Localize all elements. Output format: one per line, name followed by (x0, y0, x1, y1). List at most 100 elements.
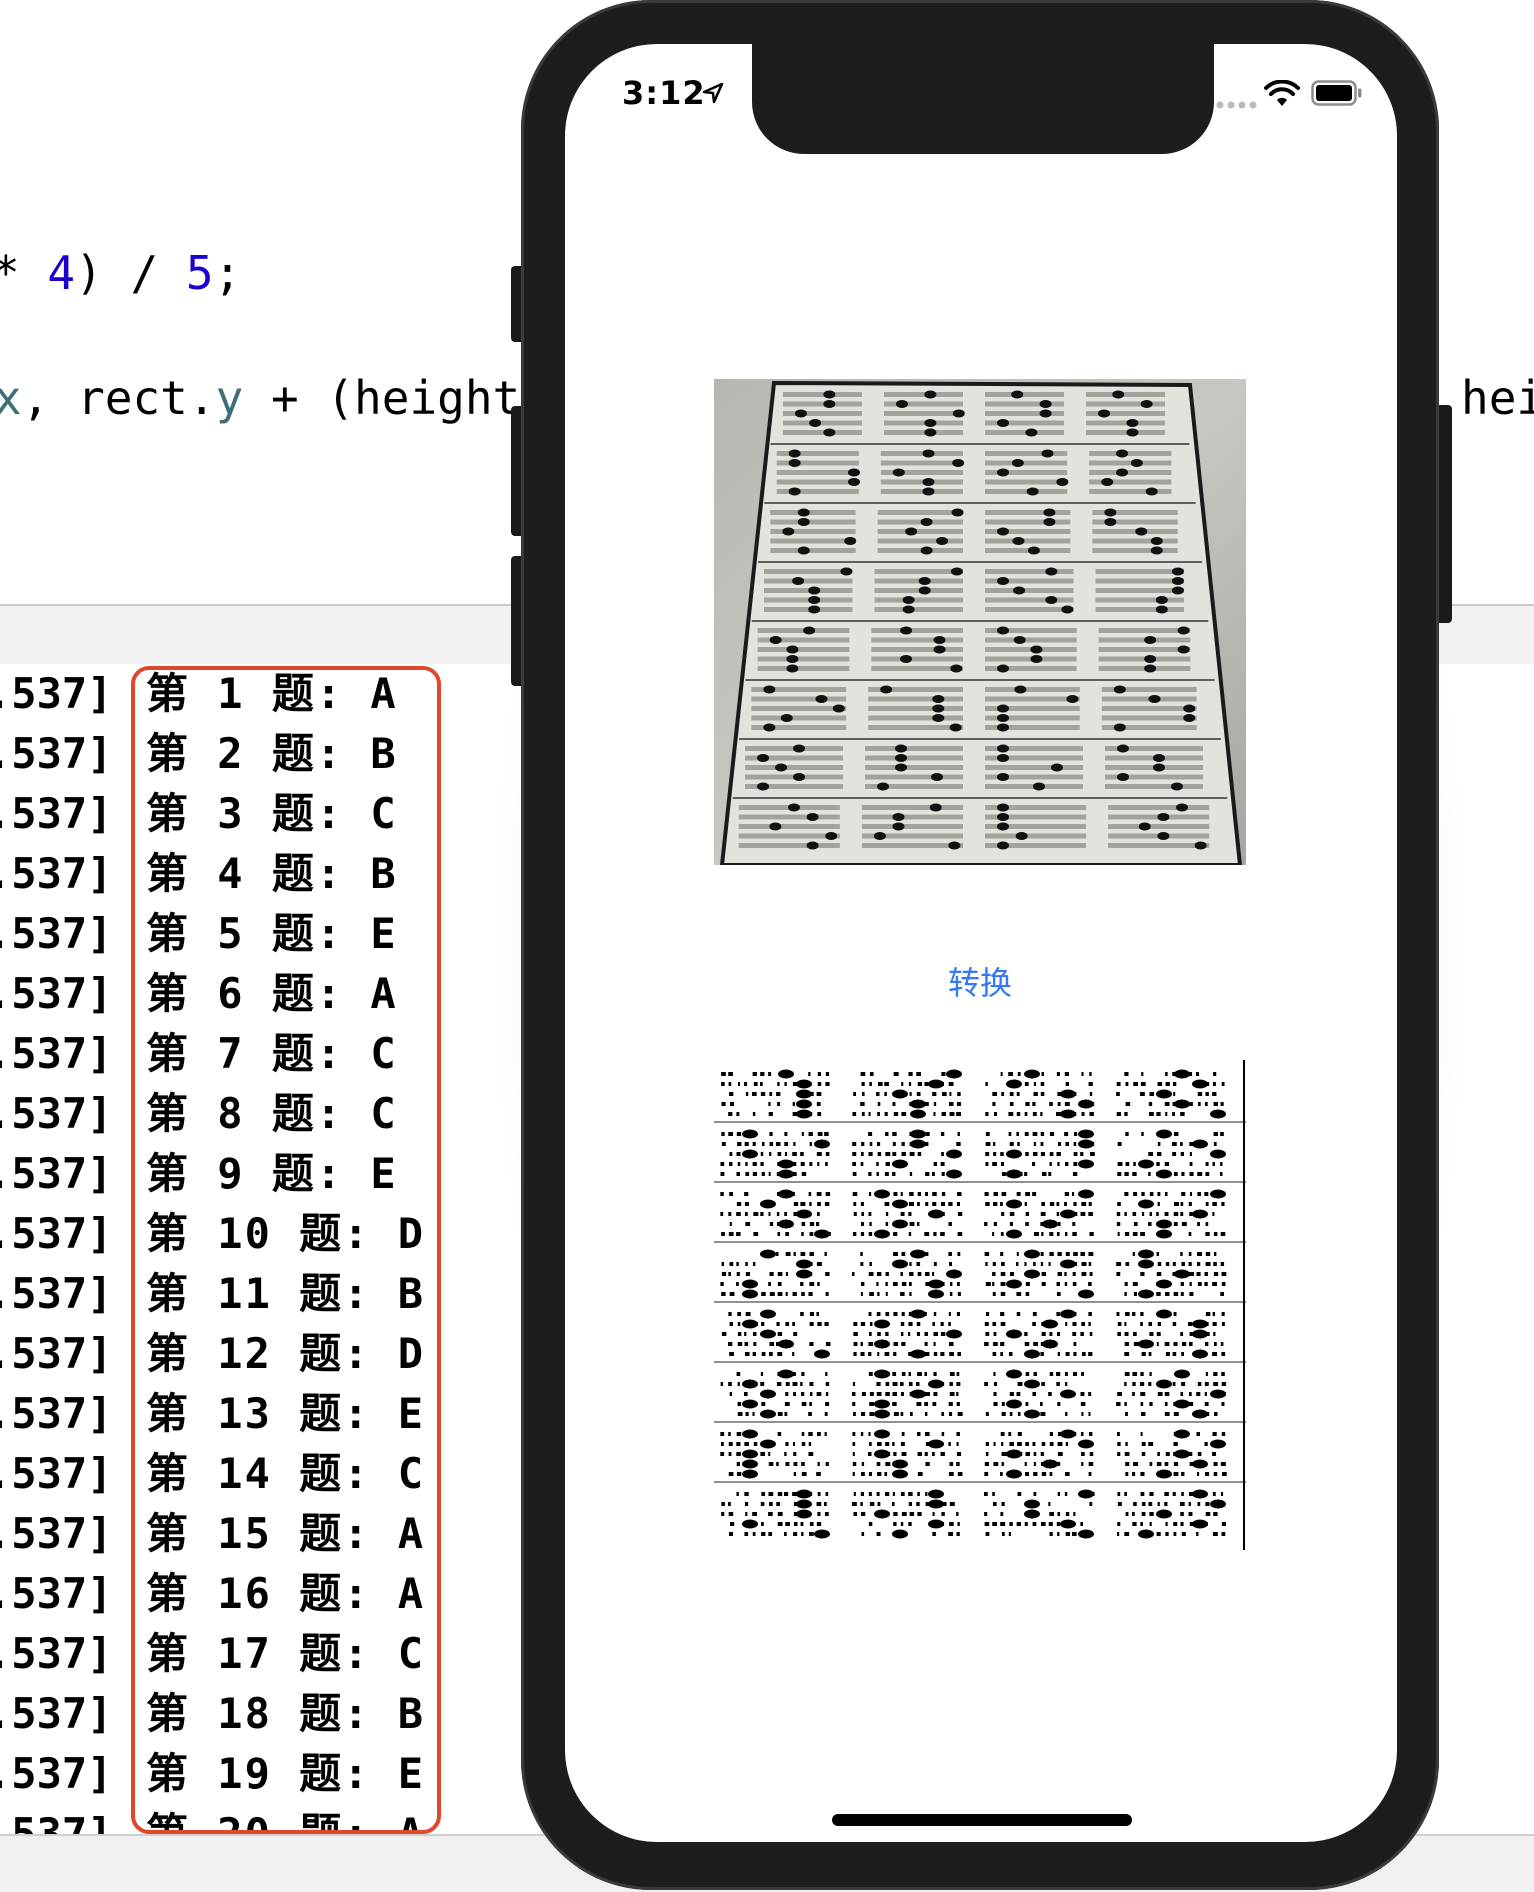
filled-bubble (1156, 1309, 1172, 1319)
filled-bubble (1174, 1369, 1190, 1379)
noise-mark (925, 1272, 930, 1276)
code-line-2-continuation[interactable]: hei (1461, 370, 1534, 426)
filled-bubble (1156, 1509, 1172, 1519)
noise-mark (1133, 1502, 1137, 1506)
option-row (883, 430, 963, 435)
noise-mark (1064, 1372, 1068, 1376)
noise-mark (992, 1092, 998, 1096)
noise-mark (949, 1392, 955, 1396)
noise-mark (769, 1292, 775, 1296)
noise-mark (893, 1522, 897, 1526)
noise-mark (1140, 1232, 1145, 1236)
filled-bubble (760, 1389, 776, 1399)
noise-mark (1089, 1072, 1092, 1076)
home-indicator[interactable] (832, 1814, 1132, 1826)
noise-mark (1025, 1222, 1029, 1226)
noise-mark (949, 1292, 953, 1296)
noise-mark (924, 1342, 928, 1346)
noise-mark (916, 1502, 920, 1506)
noise-mark (1065, 1442, 1069, 1446)
noise-mark (1189, 1162, 1193, 1166)
noise-mark (933, 1312, 937, 1316)
log-timestamp: .537] (0, 789, 113, 838)
noise-mark (925, 1492, 928, 1496)
noise-mark (993, 1372, 996, 1376)
filled-bubble (1210, 1189, 1226, 1199)
noise-mark (1164, 1212, 1169, 1216)
noise-mark (861, 1532, 865, 1536)
filled-bubble (796, 1079, 812, 1089)
filled-bubble (796, 1089, 812, 1099)
noise-mark (933, 1262, 937, 1266)
noise-mark (1001, 1412, 1006, 1416)
noise-mark (728, 1272, 731, 1276)
filled-bubble (1025, 428, 1038, 437)
noise-mark (1197, 1262, 1201, 1266)
noise-mark (769, 1502, 773, 1506)
noise-mark (769, 1272, 774, 1276)
noise-mark (1213, 1332, 1216, 1336)
noise-mark (1065, 1322, 1068, 1326)
noise-mark (1116, 1272, 1121, 1276)
noise-mark (1032, 1152, 1038, 1156)
noise-mark (1117, 1202, 1121, 1206)
noise-mark (744, 1192, 749, 1196)
option-row (1095, 588, 1185, 593)
noise-mark (1033, 1342, 1038, 1346)
noise-mark (1156, 1462, 1162, 1466)
noise-mark (1048, 1262, 1051, 1266)
noise-mark (1072, 1232, 1077, 1236)
noise-mark (776, 1322, 780, 1326)
noise-mark (1124, 1402, 1127, 1406)
noise-mark (1157, 1322, 1161, 1326)
noise-mark (1221, 1382, 1227, 1386)
convert-button[interactable]: 转换 (880, 958, 1080, 1008)
noise-mark (860, 1232, 865, 1236)
noise-mark (1117, 1392, 1122, 1396)
noise-mark (1056, 1152, 1061, 1156)
noise-mark (956, 1142, 961, 1146)
noise-mark (900, 1392, 904, 1396)
noise-mark (917, 1202, 920, 1206)
filled-bubble (1078, 1489, 1094, 1499)
option-row (874, 607, 963, 612)
noise-mark (985, 1142, 991, 1146)
code-line-1[interactable]: * 4) / 5; (0, 245, 241, 301)
noise-mark (1041, 1202, 1045, 1206)
option-row (1095, 578, 1185, 584)
noise-mark (917, 1082, 923, 1086)
noise-mark (1072, 1282, 1077, 1286)
filled-bubble (928, 1209, 944, 1219)
filled-bubble (1192, 1319, 1208, 1329)
noise-mark (1220, 1232, 1226, 1236)
option-row (883, 392, 963, 397)
noise-mark (1065, 1382, 1068, 1386)
filled-bubble (997, 714, 1009, 722)
noise-mark (1189, 1212, 1193, 1216)
noise-mark (1132, 1232, 1138, 1236)
noise-mark (824, 1322, 829, 1326)
filled-bubble (797, 546, 810, 555)
filled-bubble (760, 1409, 776, 1419)
noise-mark (752, 1162, 757, 1166)
filled-bubble (946, 1169, 962, 1179)
code-line-2[interactable]: x, rect.y + (height (0, 370, 520, 426)
noise-mark (1033, 1092, 1038, 1096)
option-row (985, 538, 1071, 544)
filled-bubble (997, 822, 1009, 831)
noise-mark (1041, 1472, 1047, 1476)
noise-mark (984, 1322, 989, 1326)
filled-bubble (948, 841, 961, 850)
noise-mark (721, 1332, 727, 1336)
noise-mark (909, 1292, 912, 1296)
noise-mark (825, 1372, 828, 1376)
option-row (1086, 392, 1166, 397)
noise-mark (753, 1212, 759, 1216)
noise-mark (1089, 1272, 1093, 1276)
noise-mark (893, 1232, 898, 1236)
simulator-screen[interactable]: 3:12 转换 (565, 44, 1397, 1842)
noise-mark (1073, 1352, 1077, 1356)
noise-mark (876, 1492, 880, 1496)
noise-mark (941, 1152, 944, 1156)
noise-mark (869, 1322, 873, 1326)
